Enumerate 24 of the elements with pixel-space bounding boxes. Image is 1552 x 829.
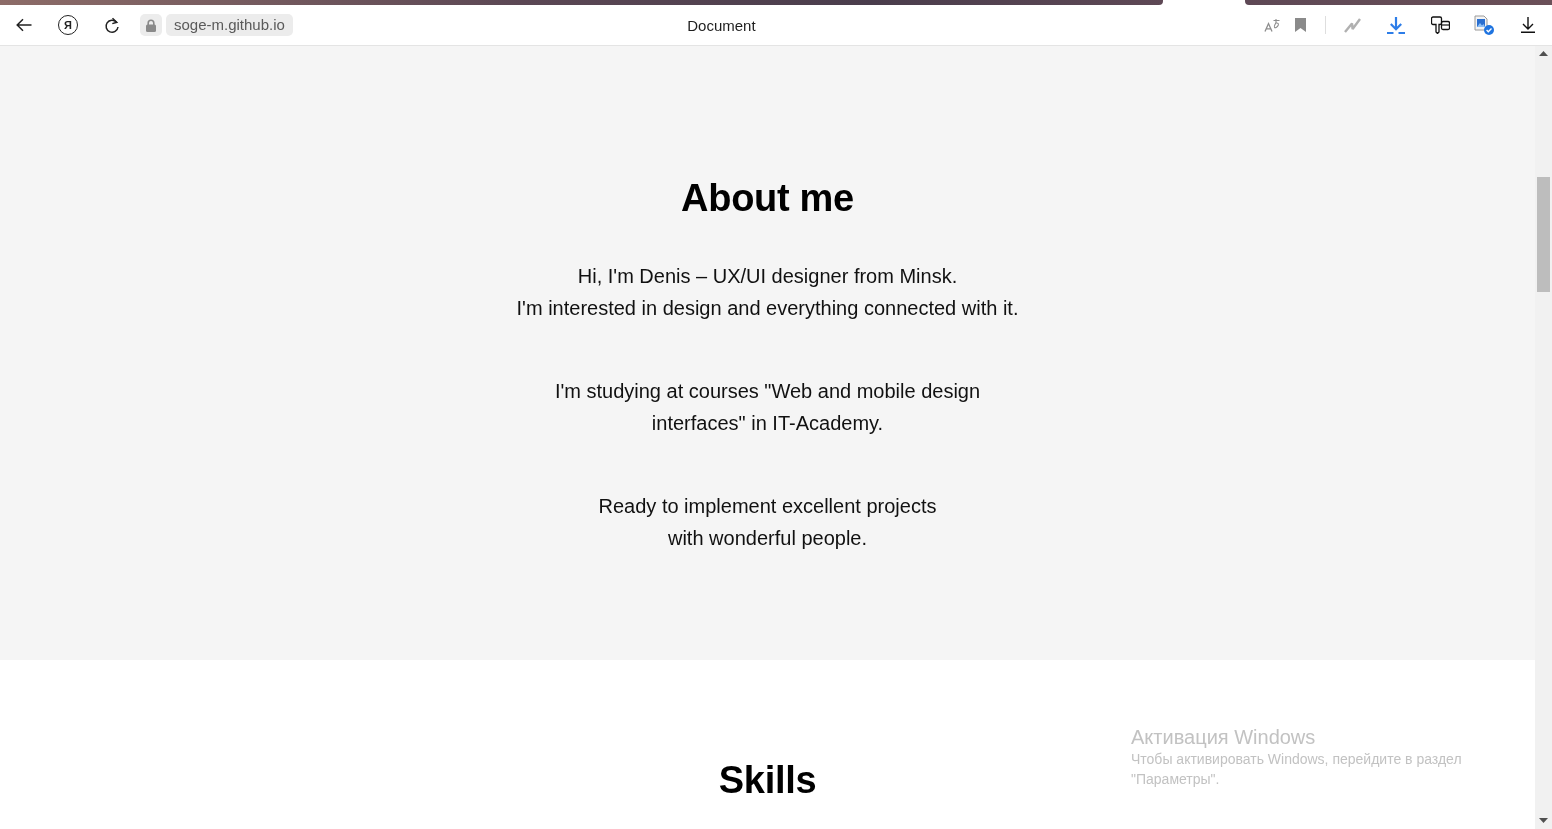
back-arrow-icon — [16, 18, 32, 32]
download-icon — [1387, 16, 1405, 34]
image-file-icon — [1474, 15, 1494, 35]
scroll-up-icon[interactable] — [1539, 51, 1548, 56]
key-icon — [1430, 16, 1450, 34]
download-icon — [1521, 17, 1535, 33]
scroll-thumb[interactable] — [1537, 177, 1550, 292]
about-paragraph: I'm studying at courses "Web and mobile design interfaces" in IT-Academy. — [554, 379, 981, 436]
reload-icon — [104, 16, 120, 34]
about-paragraph: Hi, I'm Denis – UX/UI designer from Minsk. I'm interested in design and everything connected with it. — [516, 264, 1019, 321]
address-field[interactable]: soge-m.github.io — [166, 14, 293, 36]
section-heading: About me — [681, 176, 854, 221]
section-heading: Skills — [718, 758, 817, 803]
lock-button[interactable] — [140, 14, 162, 36]
zigzag-icon — [1343, 17, 1361, 33]
window-title: Document — [687, 16, 756, 34]
translate-icon — [1263, 18, 1281, 32]
scrollbar[interactable] — [1535, 46, 1552, 829]
activation-notice-text: Чтобы активировать Windows, перейдите в раздел "Параметры". — [1131, 750, 1463, 789]
lock-icon — [146, 18, 156, 32]
activation-notice-title: Активация Windows — [1131, 725, 1317, 749]
scroll-down-icon[interactable] — [1539, 818, 1548, 823]
about-paragraph: Ready to implement excellent projects with wonderful people. — [598, 494, 937, 551]
bookmark-icon — [1294, 18, 1306, 32]
